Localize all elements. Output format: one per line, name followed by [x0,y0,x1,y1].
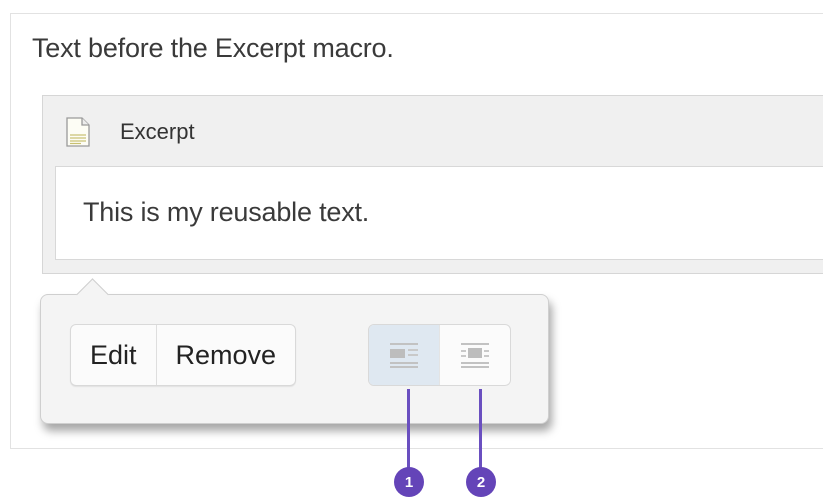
alignment-group [368,324,511,386]
macro-body[interactable]: This is my reusable text. [55,166,823,260]
remove-button[interactable]: Remove [155,325,296,385]
callout-badge-2: 2 [466,467,496,497]
align-left-button[interactable] [369,325,439,385]
align-center-button[interactable] [439,325,510,385]
callout-line-1 [407,389,410,477]
align-left-icon [390,343,418,368]
align-center-icon [461,343,489,368]
macro-header: Excerpt [43,96,823,166]
excerpt-macro[interactable]: Excerpt This is my reusable text. [42,95,823,274]
macro-property-panel: Edit Remove [40,278,549,424]
document-icon [66,117,90,147]
callout-badge-1: 1 [394,467,424,497]
macro-title: Excerpt [120,119,195,144]
edit-button[interactable]: Edit [71,325,156,385]
callout-line-2 [479,389,482,477]
intro-paragraph[interactable]: Text before the Excerpt macro. [32,33,394,64]
macro-body-text[interactable]: This is my reusable text. [83,197,369,228]
edit-remove-group: Edit Remove [70,324,297,386]
